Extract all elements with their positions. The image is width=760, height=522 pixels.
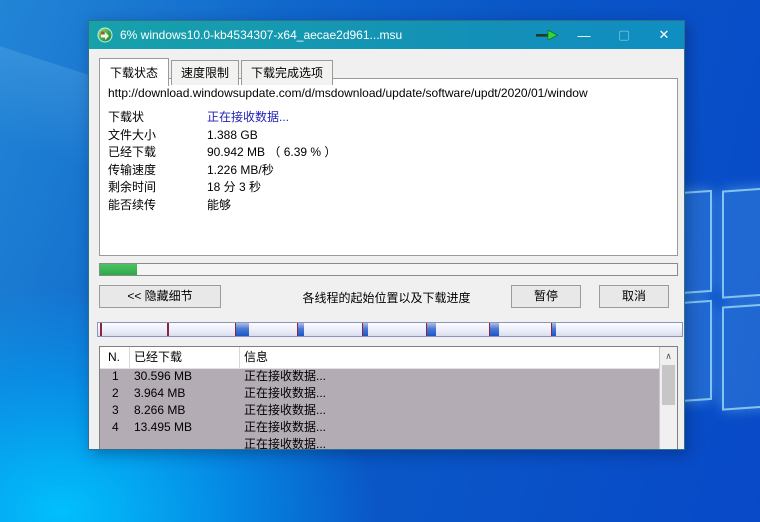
detail-value: 能够 (207, 197, 231, 215)
detail-label: 下载状 (108, 109, 207, 127)
thread-chunk (236, 323, 249, 336)
cell-info: 正在接收数据... (240, 436, 660, 450)
table-scrollbar[interactable]: ∧ ∨ (659, 347, 677, 450)
threads-table: N. 已经下载 信息 130.596 MB正在接收数据...23.964 MB正… (99, 346, 678, 450)
cell-size: 8.266 MB (130, 402, 240, 419)
thread-chunk (552, 323, 556, 336)
download-status-panel: http://download.windowsupdate.com/d/msdo… (99, 78, 678, 256)
window-title: 6% windows10.0-kb4534307-x64_aecae2d961.… (120, 28, 530, 42)
progress-fill (100, 264, 137, 275)
detail-value: 90.942 MB （ 6.39 % ） (207, 144, 336, 162)
thread-chunk (363, 323, 368, 336)
column-header-info[interactable]: 信息 (240, 347, 660, 368)
tab[interactable]: 速度限制 (171, 60, 239, 85)
pause-button[interactable]: 暂停 (511, 285, 581, 308)
cancel-button[interactable]: 取消 (599, 285, 669, 308)
detail-rows: 下载状正在接收数据...文件大小1.388 GB已经下载90.942 MB （ … (108, 109, 669, 214)
detail-label: 已经下载 (108, 144, 207, 162)
table-row[interactable]: 正在接收数据... (100, 436, 660, 450)
detail-label: 剩余时间 (108, 179, 207, 197)
column-header-size[interactable]: 已经下载 (130, 347, 240, 368)
threads-caption: 各线程的起始位置以及下载进度 (302, 289, 470, 306)
close-button[interactable]: ✕ (644, 21, 684, 49)
detail-label: 能否续传 (108, 197, 207, 215)
cell-info: 正在接收数据... (240, 419, 660, 436)
download-url: http://download.windowsupdate.com/d/msdo… (108, 86, 675, 100)
cell-size (130, 436, 240, 450)
table-row[interactable]: 23.964 MB正在接收数据... (100, 385, 660, 402)
cell-n (100, 436, 130, 450)
cell-info: 正在接收数据... (240, 385, 660, 402)
idm-download-window: 6% windows10.0-kb4534307-x64_aecae2d961.… (88, 20, 685, 450)
cell-info: 正在接收数据... (240, 368, 660, 385)
thread-marker (167, 323, 169, 336)
cell-size: 3.964 MB (130, 385, 240, 402)
thread-marker (100, 323, 102, 336)
detail-row: 下载状正在接收数据... (108, 109, 669, 127)
threads-progress-strip (97, 322, 683, 337)
cell-n: 3 (100, 402, 130, 419)
cell-info: 正在接收数据... (240, 402, 660, 419)
maximize-button[interactable]: ▢ (604, 21, 644, 49)
scrollbar-thumb[interactable] (662, 365, 675, 405)
cell-size: 13.495 MB (130, 419, 240, 436)
scroll-up-icon[interactable]: ∧ (660, 348, 677, 364)
tab-bar: 下载状态速度限制下载完成选项 (99, 57, 335, 85)
detail-row: 传输速度1.226 MB/秒 (108, 162, 669, 180)
titlebar[interactable]: 6% windows10.0-kb4534307-x64_aecae2d961.… (89, 21, 684, 49)
detail-value: 18 分 3 秒 (207, 179, 261, 197)
windows-logo-pane (722, 301, 760, 410)
thread-chunk (298, 323, 304, 336)
thread-chunk (427, 323, 435, 336)
cell-n: 2 (100, 385, 130, 402)
tab[interactable]: 下载完成选项 (241, 60, 333, 85)
column-header-n[interactable]: N. (100, 347, 130, 368)
tab[interactable]: 下载状态 (99, 58, 169, 86)
detail-label: 文件大小 (108, 127, 207, 145)
cell-n: 4 (100, 419, 130, 436)
detail-value: 正在接收数据... (207, 109, 289, 127)
table-row[interactable]: 413.495 MB正在接收数据... (100, 419, 660, 436)
hide-details-button[interactable]: << 隐藏细节 (99, 285, 221, 308)
detail-value: 1.226 MB/秒 (207, 162, 274, 180)
cell-size: 30.596 MB (130, 368, 240, 385)
minimize-button[interactable]: — (564, 21, 604, 49)
table-body: 130.596 MB正在接收数据...23.964 MB正在接收数据...38.… (100, 368, 660, 450)
detail-row: 剩余时间18 分 3 秒 (108, 179, 669, 197)
detail-label: 传输速度 (108, 162, 207, 180)
cell-n: 1 (100, 368, 130, 385)
table-row[interactable]: 130.596 MB正在接收数据... (100, 368, 660, 385)
idm-app-icon (97, 27, 113, 43)
detail-row: 已经下载90.942 MB （ 6.39 % ） (108, 144, 669, 162)
table-header: N. 已经下载 信息 (100, 347, 660, 369)
detail-value: 1.388 GB (207, 127, 258, 145)
windows-logo-pane (722, 185, 760, 298)
progress-bar (99, 263, 678, 276)
detail-row: 能否续传能够 (108, 197, 669, 215)
detail-row: 文件大小1.388 GB (108, 127, 669, 145)
thread-chunk (490, 323, 499, 336)
drag-progress-arrow-icon (530, 21, 564, 49)
table-row[interactable]: 38.266 MB正在接收数据... (100, 402, 660, 419)
